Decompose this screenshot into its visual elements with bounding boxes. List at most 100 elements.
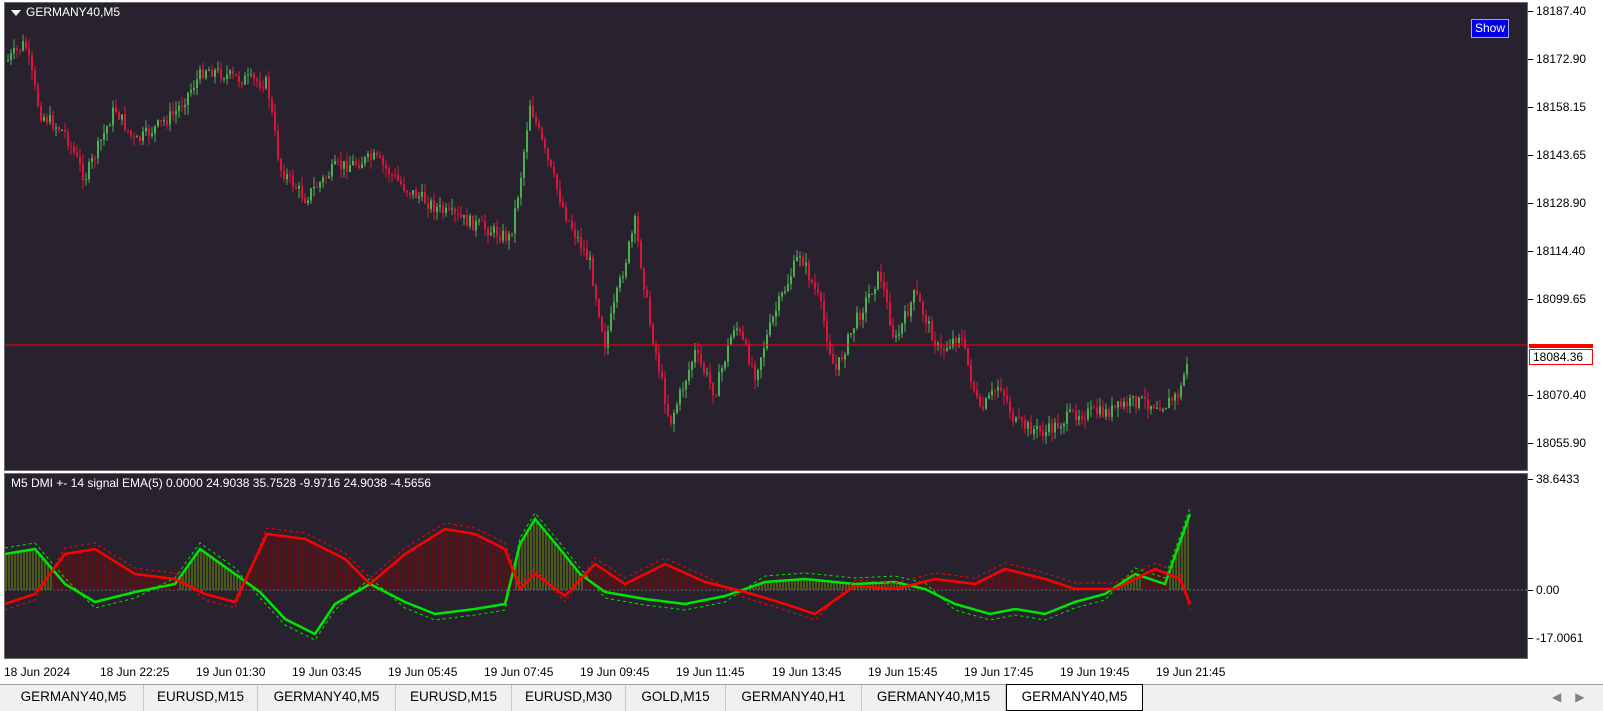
candle-body: [118, 111, 120, 120]
candle-body: [97, 140, 99, 158]
candle-body: [661, 371, 663, 378]
tab-germany40-h1[interactable]: GERMANY40,H1: [726, 685, 862, 711]
candle-body: [301, 185, 303, 198]
tab-germany40-m5-2[interactable]: GERMANY40,M5: [258, 685, 396, 711]
candle-body: [964, 339, 966, 348]
price-tick: [1528, 107, 1533, 108]
candle-body: [817, 289, 819, 293]
candle-body: [166, 120, 168, 125]
candle-body: [637, 216, 639, 241]
collapse-triangle-icon[interactable]: [11, 9, 21, 16]
candle-body: [433, 200, 435, 212]
candle-body: [112, 107, 114, 126]
candle-body: [1141, 397, 1143, 399]
show-button[interactable]: Show: [1471, 19, 1509, 38]
candle-body: [1048, 423, 1050, 433]
candle-body: [418, 196, 420, 199]
candle-body: [973, 381, 975, 391]
candle-body: [475, 220, 477, 231]
candle-body: [265, 77, 267, 89]
candle-body: [145, 127, 147, 132]
candle-body: [1111, 405, 1113, 418]
candle-body: [1075, 410, 1077, 420]
candle-body: [868, 293, 870, 298]
candle-body: [271, 99, 273, 113]
arrow-left-icon[interactable]: ◀: [1552, 690, 1561, 704]
tab-germany40-m15[interactable]: GERMANY40,M15: [862, 685, 1006, 711]
tab-eurusd-m30[interactable]: EURUSD,M30: [512, 685, 626, 711]
candle-body: [955, 338, 957, 343]
candle-body: [160, 119, 162, 121]
candle-body: [631, 233, 633, 242]
candle-body: [634, 216, 636, 234]
candle-body: [430, 200, 432, 209]
chart-symbol-label: GERMANY40,M5: [26, 5, 121, 19]
price-axis[interactable]: 18187.40 18172.90 18158.15 18143.65 1812…: [1528, 0, 1603, 473]
price-chart-pane[interactable]: GERMANY40,M5 Show: [4, 2, 1528, 471]
candle-body: [736, 328, 738, 331]
candle-body: [340, 161, 342, 169]
candle-body: [25, 41, 27, 49]
candle-body: [178, 105, 180, 111]
candle-body: [289, 174, 291, 176]
candle-body: [808, 262, 810, 281]
tab-eurusd-m15-1[interactable]: EURUSD,M15: [144, 685, 258, 711]
candle-body: [877, 271, 879, 290]
candle-body: [94, 157, 96, 159]
candle-body: [385, 164, 387, 169]
price-tick: [1528, 155, 1533, 156]
candle-body: [532, 105, 534, 118]
candle-body: [556, 174, 558, 190]
candle-body: [1117, 401, 1119, 408]
candle-body: [1024, 419, 1026, 429]
candle-body: [388, 168, 390, 175]
dmi-indicator-chart[interactable]: [5, 474, 1527, 658]
candle-body: [124, 114, 126, 131]
candle-body: [193, 88, 195, 90]
price-tick: [1528, 203, 1533, 204]
price-tick-label: 18055.90: [1536, 436, 1587, 450]
candle-body: [1174, 393, 1176, 401]
candle-body: [394, 174, 396, 176]
candle-body: [1183, 374, 1185, 386]
candle-body: [64, 129, 66, 132]
candle-body: [181, 105, 183, 107]
candle-body: [670, 415, 672, 424]
candle-body: [409, 192, 411, 195]
candle-body: [763, 348, 765, 358]
candle-body: [382, 157, 384, 165]
candle-body: [130, 130, 132, 136]
candle-body: [421, 191, 423, 197]
candle-body: [136, 136, 138, 138]
candle-body: [1132, 395, 1134, 398]
tab-germany40-m5-1[interactable]: GERMANY40,M5: [4, 685, 144, 711]
candle-body: [820, 292, 822, 301]
candle-body: [1012, 412, 1014, 422]
candle-body: [115, 107, 117, 112]
candlestick-chart[interactable]: [5, 3, 1527, 470]
indicator-axis[interactable]: 38.6433 0.00 -17.0061: [1528, 472, 1603, 659]
candle-body: [976, 390, 978, 397]
candle-body: [598, 299, 600, 317]
candle-body: [1060, 426, 1062, 429]
time-tick-label: 19 Jun 15:45: [868, 665, 938, 679]
time-axis[interactable]: 18 Jun 2024 18 Jun 22:25 19 Jun 01:30 19…: [0, 659, 1528, 684]
candle-body: [1147, 399, 1149, 410]
candle-body: [277, 130, 279, 159]
candle-body: [493, 226, 495, 233]
candle-body: [337, 161, 339, 163]
dmi-indicator-pane[interactable]: M5 DMI +- 14 signal EMA(5) 0.0000 24.903…: [4, 473, 1528, 659]
tab-gold-m15[interactable]: GOLD,M15: [626, 685, 726, 711]
arrow-right-icon[interactable]: ▶: [1575, 690, 1584, 704]
candle-body: [1150, 405, 1152, 410]
candle-body: [703, 363, 705, 373]
tab-eurusd-m15-2[interactable]: EURUSD,M15: [396, 685, 512, 711]
candle-body: [856, 312, 858, 329]
candle-body: [757, 369, 759, 380]
candle-body: [67, 131, 69, 147]
tab-germany40-m5-active[interactable]: GERMANY40,M5: [1006, 684, 1143, 711]
price-tick-label: 18187.40: [1536, 4, 1587, 18]
price-tick-label: 18143.65: [1536, 148, 1587, 162]
candle-body: [109, 125, 111, 127]
candle-body: [322, 177, 324, 183]
